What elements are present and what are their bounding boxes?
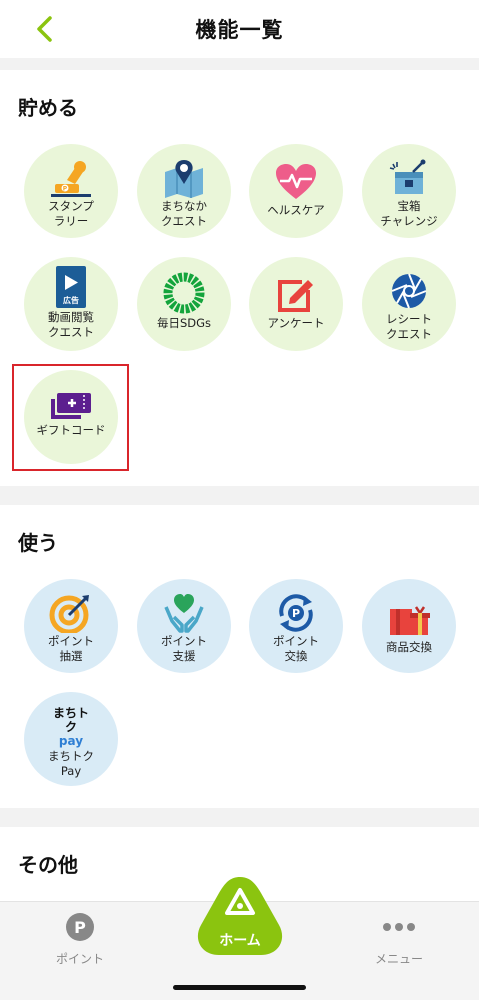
treasure-box-icon (389, 159, 426, 194)
svg-text:P: P (63, 186, 68, 193)
sdgs-wheel-icon (163, 272, 205, 314)
stamp-rally-button[interactable]: P スタンプ ラリー (24, 144, 118, 238)
gift-box-icon (390, 606, 430, 635)
healthcare-button[interactable]: ヘルスケア (249, 144, 343, 238)
point-lottery-label: ポイント 抽選 (48, 634, 94, 663)
more-dots-icon (383, 923, 415, 931)
shutter-icon (391, 273, 427, 309)
product-exchange-label: 商品交換 (386, 640, 432, 654)
video-quest-button[interactable]: 広告 動画閲覧 クエスト (24, 257, 118, 351)
tab-menu-label: メニュー (374, 952, 423, 966)
home-indicator (173, 985, 306, 990)
heart-pulse-icon (276, 164, 316, 199)
healthcare-label: ヘルスケア (267, 203, 325, 217)
video-quest-label: 動画閲覧 クエスト (48, 310, 94, 339)
tab-point-label: ポイント (55, 952, 104, 966)
heart-hands-icon (164, 594, 204, 633)
point-support-label: ポイント 支援 (161, 634, 207, 663)
map-pin-icon (165, 160, 203, 198)
edit-icon (278, 280, 313, 312)
machitoku-pay-button[interactable]: まちトク pay まちトク Pay (24, 692, 118, 786)
point-lottery-button[interactable]: ポイント 抽選 (24, 579, 118, 673)
point-icon: P (66, 913, 94, 941)
point-exchange-label: ポイント 交換 (273, 634, 319, 663)
product-exchange-button[interactable]: 商品交換 (362, 579, 456, 673)
tab-point[interactable]: P ポイント (20, 912, 140, 967)
logo-sub: pay (58, 734, 84, 748)
machitoku-pay-label: まちトク Pay (48, 749, 94, 778)
survey-button[interactable]: アンケート (249, 257, 343, 351)
page-title: 機能一覧 (195, 18, 284, 42)
tab-menu[interactable]: メニュー (339, 912, 459, 967)
town-quest-button[interactable]: まちなか クエスト (137, 144, 231, 238)
receipt-quest-label: レシート クエスト (386, 312, 432, 341)
exchange-icon: P (279, 594, 313, 632)
back-button[interactable] (30, 14, 60, 44)
stamp-rally-label: スタンプ ラリー (48, 199, 94, 228)
point-exchange-button[interactable]: P ポイント 交換 (249, 579, 343, 673)
stamp-icon: P (51, 161, 91, 197)
target-icon (49, 595, 89, 633)
section-title-use: 使う (18, 531, 58, 555)
receipt-quest-button[interactable]: レシート クエスト (362, 257, 456, 351)
section-title-earn: 貯める (18, 96, 78, 120)
town-quest-label: まちなか クエスト (161, 199, 207, 228)
point-support-button[interactable]: ポイント 支援 (137, 579, 231, 673)
chevron-left-icon (37, 16, 52, 42)
logo-text: まちトク (52, 706, 89, 734)
section-title-other: その他 (18, 853, 78, 877)
daily-sdgs-button[interactable]: 毎日SDGs (137, 257, 231, 351)
svg-text:P: P (292, 607, 300, 620)
treasure-challenge-button[interactable]: 宝箱 チャレンジ (362, 144, 456, 238)
point-glyph: P (74, 918, 86, 937)
treasure-challenge-label: 宝箱 チャレンジ (380, 199, 438, 228)
daily-sdgs-label: 毎日SDGs (156, 316, 212, 330)
machitoku-pay-logo: まちトク pay (48, 706, 94, 748)
survey-label: アンケート (267, 316, 325, 330)
ad-badge: 広告 (63, 296, 79, 305)
app-header: 機能一覧 (0, 0, 479, 58)
tab-home-label: ホーム (219, 933, 261, 949)
gift-code-highlight-box (12, 364, 129, 471)
